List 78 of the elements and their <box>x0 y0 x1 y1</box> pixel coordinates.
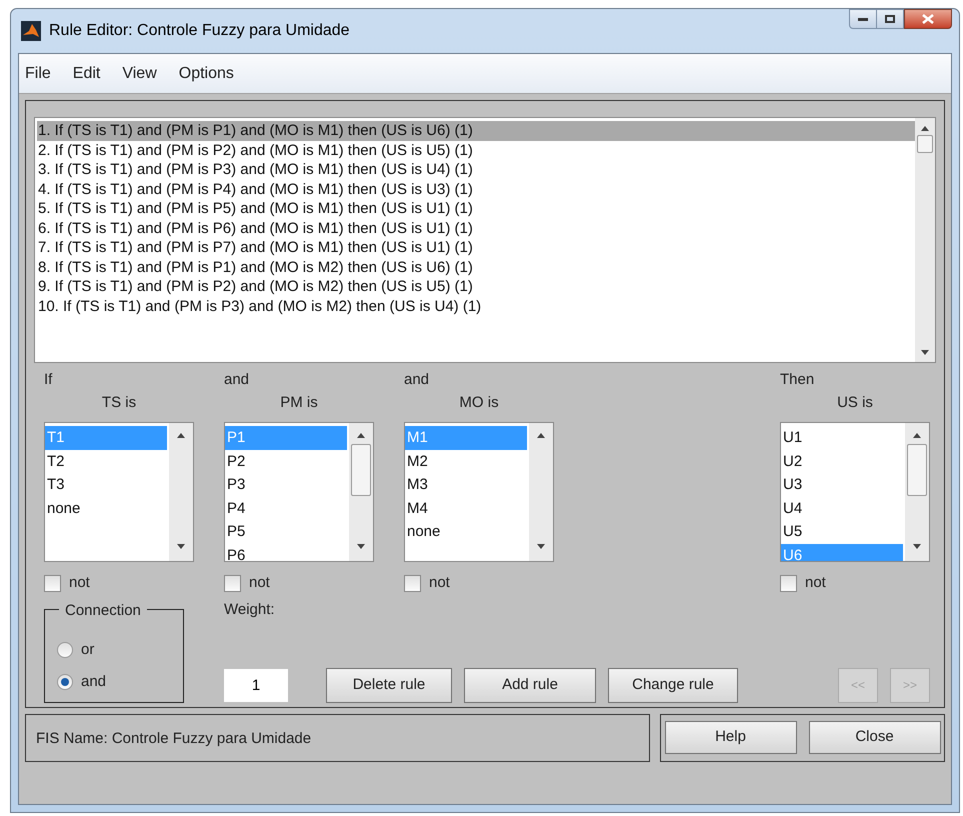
checkbox[interactable] <box>780 574 797 592</box>
list-item[interactable]: P5 <box>225 520 347 544</box>
minimize-button[interactable] <box>849 9 877 29</box>
scroll-up-icon[interactable] <box>177 433 185 438</box>
list-item[interactable]: P2 <box>225 450 347 473</box>
rule-item[interactable]: 4. If (TS is T1) and (PM is P4) and (MO is M1) then (US is U3) (1) <box>37 180 915 199</box>
scroll-thumb[interactable] <box>351 444 371 496</box>
fis-name-text: FIS Name: Controle Fuzzy para Umidade <box>36 730 312 746</box>
scroll-down-icon[interactable] <box>913 544 921 549</box>
list-item[interactable]: P3 <box>225 473 347 496</box>
scroll-down-icon[interactable] <box>921 350 929 355</box>
list-item[interactable]: U5 <box>781 520 903 544</box>
rule-item[interactable]: 7. If (TS is T1) and (PM is P7) and (MO is M1) then (US is U1) (1) <box>37 238 915 258</box>
radio-button[interactable] <box>57 642 73 658</box>
radio-label: or <box>81 640 94 660</box>
scroll-up-icon[interactable] <box>357 433 365 438</box>
list-item[interactable]: U2 <box>781 450 903 473</box>
rule-item[interactable]: 1. If (TS is T1) and (PM is P1) and (MO is M1) then (US is U6) (1) <box>37 121 915 140</box>
scroll-down-icon[interactable] <box>537 544 545 549</box>
scroll-up-icon[interactable] <box>921 126 929 131</box>
weight-label: Weight: <box>224 600 276 620</box>
list-item[interactable]: none <box>405 520 527 544</box>
menu-item[interactable]: Options <box>178 62 234 86</box>
list-item[interactable]: none <box>45 496 167 520</box>
radio-label: and <box>81 672 106 692</box>
scroll-thumb[interactable] <box>917 135 933 153</box>
checkbox[interactable] <box>44 574 61 592</box>
close-icon <box>922 14 934 24</box>
list-item[interactable]: M3 <box>405 473 527 496</box>
list-item[interactable]: U4 <box>781 496 903 520</box>
rule-item[interactable]: 5. If (TS is T1) and (PM is P5) and (MO is M1) then (US is U1) (1) <box>37 199 915 218</box>
list-item[interactable]: U1 <box>781 426 903 450</box>
rule-item[interactable]: 6. If (TS is T1) and (PM is P6) and (MO is M1) then (US is U1) (1) <box>37 218 915 238</box>
rule-item[interactable]: 8. If (TS is T1) and (PM is P1) and (MO is M2) then (US is U6) (1) <box>37 258 915 277</box>
radio-button[interactable] <box>57 674 73 690</box>
rule-item[interactable]: 2. If (TS is T1) and (PM is P2) and (MO is M1) then (US is U5) (1) <box>37 140 915 160</box>
weight-field[interactable]: 1 <box>224 668 288 702</box>
list-item[interactable]: P4 <box>225 496 347 520</box>
rule-item[interactable]: 9. If (TS is T1) and (PM is P2) and (MO is M2) then (US is U5) (1) <box>37 277 915 296</box>
not-label: not <box>805 573 826 593</box>
scroll-up-icon[interactable] <box>537 433 545 438</box>
variable-label: MO is <box>458 394 500 412</box>
close-button[interactable] <box>904 9 952 29</box>
not-label: not <box>69 573 90 593</box>
not-label: not <box>429 573 450 593</box>
window-title: Rule Editor: Controle Fuzzy para Umidade <box>49 21 350 41</box>
list-item[interactable]: M2 <box>405 450 527 473</box>
column-heading: and <box>404 371 430 389</box>
checkbox[interactable] <box>224 574 241 592</box>
variable-label: US is <box>836 394 874 412</box>
menu-item[interactable]: View <box>122 62 157 86</box>
action-button[interactable]: Change rule <box>608 668 738 702</box>
app-logo-icon <box>21 21 41 41</box>
column-heading: Then <box>780 371 816 389</box>
list-item[interactable]: T3 <box>45 473 167 496</box>
menu-item[interactable]: Edit <box>72 62 100 86</box>
list-item[interactable]: M4 <box>405 496 527 520</box>
not-label: not <box>249 573 270 593</box>
list-item[interactable]: P6 <box>225 544 347 561</box>
scroll-down-icon[interactable] <box>357 544 365 549</box>
footer-button[interactable]: Close <box>808 721 940 754</box>
rule-item[interactable]: 3. If (TS is T1) and (PM is P3) and (MO is M1) then (US is U4) (1) <box>37 160 915 180</box>
maximize-button[interactable] <box>877 9 904 29</box>
list-item[interactable]: T2 <box>45 450 167 473</box>
scroll-down-icon[interactable] <box>177 544 185 549</box>
variable-label: PM is <box>279 394 319 412</box>
action-button[interactable]: Delete rule <box>326 668 452 702</box>
variable-label: TS is <box>100 394 138 412</box>
checkbox[interactable] <box>404 574 421 592</box>
menu-item[interactable]: File <box>25 62 51 86</box>
footer-button[interactable]: Help <box>664 721 796 754</box>
column-heading: If <box>44 371 54 389</box>
action-button[interactable]: Add rule <box>464 668 596 702</box>
rule-item[interactable]: 10. If (TS is T1) and (PM is P3) and (MO is M2) then (US is U4) (1) <box>37 296 915 316</box>
column-heading: and <box>224 371 250 389</box>
list-item[interactable]: U3 <box>781 473 903 496</box>
scroll-up-icon[interactable] <box>913 433 921 438</box>
scroll-thumb[interactable] <box>907 444 927 496</box>
